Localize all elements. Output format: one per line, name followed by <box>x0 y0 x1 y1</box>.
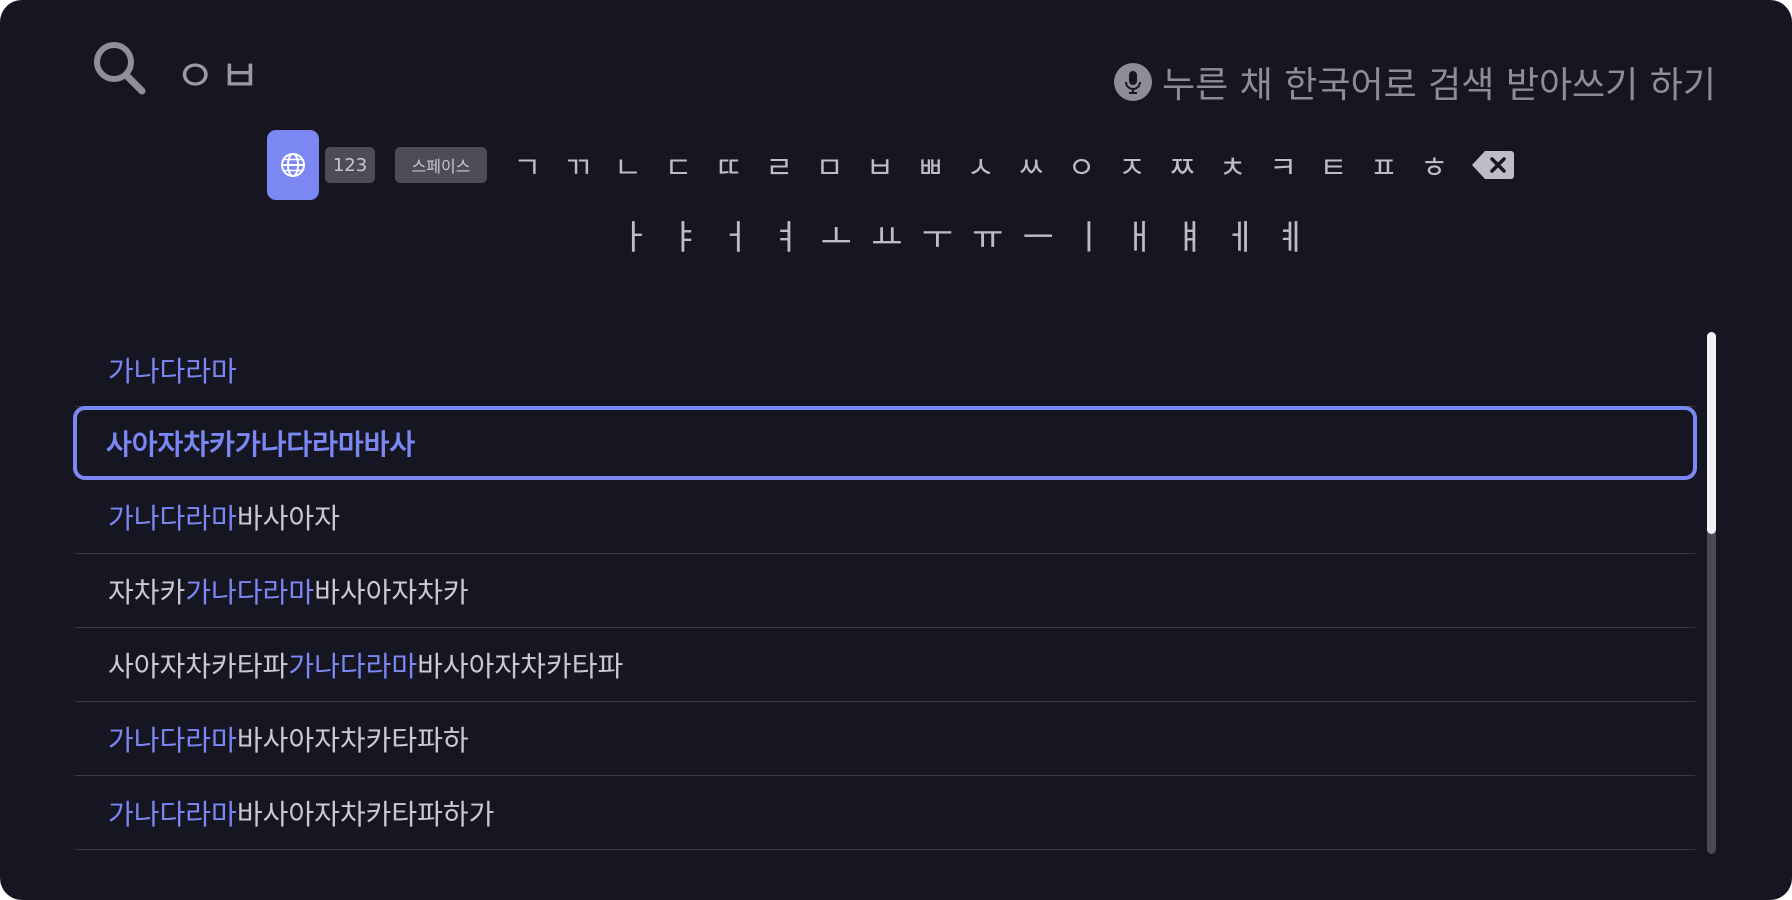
keyboard-row-vowels: ㅏㅑㅓㅕㅗㅛㅜㅠㅡㅣㅐㅒㅔㅖ <box>609 210 1316 259</box>
result-match-text: 가나다라마 <box>185 575 315 609</box>
search-icon <box>94 42 146 95</box>
backspace-icon[interactable] <box>1471 148 1515 182</box>
voice-search-hint: 누른 채 한국어로 검색 받아쓰기 하기 <box>1113 56 1716 108</box>
result-row[interactable]: 가나다라마 <box>75 333 1695 407</box>
results-list: 가나다라마 사아자차카 가나다라마 바사 가나다라마 바사아자 자차카 가나다라마 바사아자차카… <box>73 333 1697 850</box>
jamo-key[interactable]: ㅡ <box>1013 210 1064 259</box>
result-text: 바사아자차카타파하가 <box>236 797 495 831</box>
jamo-key[interactable]: ㅑ <box>660 210 711 259</box>
result-match-text: 가나다라마 <box>108 723 237 757</box>
result-row[interactable]: 가나다라마 바사아자차카타파하가 <box>75 776 1695 850</box>
jamo-key[interactable]: ㅠ <box>963 210 1014 259</box>
jamo-key[interactable]: ㅍ <box>1359 143 1409 187</box>
consonant-keys: ㄱㄲㄴㄷㄸㄹㅁㅂㅃㅅㅆㅇㅈㅉㅊㅋㅌㅍㅎ <box>502 143 1459 187</box>
jamo-key[interactable]: ㄱ <box>502 143 552 187</box>
results-scrollbar[interactable] <box>1707 332 1716 854</box>
result-text: 바사아자차카타파하 <box>236 723 469 757</box>
microphone-icon <box>1113 63 1152 101</box>
result-text: 자차카 <box>108 575 186 609</box>
jamo-key[interactable]: ㅌ <box>1308 143 1358 187</box>
result-text: 사아자차카타파 <box>108 649 289 683</box>
language-key[interactable] <box>267 130 319 200</box>
globe-icon <box>281 153 305 177</box>
scrollbar-thumb[interactable] <box>1707 332 1716 534</box>
jamo-key[interactable]: ㅁ <box>804 143 854 187</box>
jamo-key[interactable]: ㅉ <box>1157 143 1207 187</box>
jamo-key[interactable]: ㅔ <box>1215 210 1266 259</box>
result-text: 바사 <box>363 428 416 461</box>
jamo-key[interactable]: ㅜ <box>912 210 963 259</box>
jamo-key[interactable]: ㅗ <box>811 210 862 259</box>
jamo-key[interactable]: ㅅ <box>956 143 1006 187</box>
result-row[interactable]: 자차카 가나다라마 바사아자차카 <box>75 554 1695 628</box>
result-row[interactable]: 가나다라마 바사아자 <box>75 480 1695 554</box>
numbers-key[interactable]: 123 <box>325 147 375 183</box>
jamo-key[interactable]: ㅏ <box>609 210 660 259</box>
result-match-text: 가나다라마 <box>108 354 237 388</box>
jamo-key[interactable]: ㅇ <box>1056 143 1106 187</box>
jamo-key[interactable]: ㅓ <box>710 210 761 259</box>
result-text: 사아자차카 <box>106 428 235 461</box>
result-row[interactable]: 사아자차카타파 가나다라마 바사아자차카타파 <box>75 628 1695 702</box>
jamo-key[interactable]: ㅎ <box>1409 143 1459 187</box>
result-match-text: 가나다라마 <box>234 428 364 461</box>
search-input[interactable]: ㅇㅂ <box>175 40 264 104</box>
result-row[interactable]: 가나다라마 바사아자차카타파하 <box>75 702 1695 776</box>
jamo-key[interactable]: ㄸ <box>704 143 754 187</box>
jamo-key[interactable]: ㄷ <box>653 143 703 187</box>
jamo-key[interactable]: ㅒ <box>1165 210 1216 259</box>
jamo-key[interactable]: ㅊ <box>1207 143 1257 187</box>
jamo-key[interactable]: ㅈ <box>1107 143 1157 187</box>
jamo-key[interactable]: ㄴ <box>603 143 653 187</box>
space-key[interactable]: 스페이스 <box>395 147 487 183</box>
keyboard-row-consonants: 123 스페이스 ㄱㄲㄴㄷㄸㄹㅁㅂㅃㅅㅆㅇㅈㅉㅊㅋㅌㅍㅎ <box>267 128 1515 202</box>
jamo-key[interactable]: ㅣ <box>1064 210 1115 259</box>
result-match-text: 가나다라마 <box>288 649 418 683</box>
result-text: 바사아자차카타파 <box>417 649 624 683</box>
result-match-text: 가나다라마 <box>108 797 237 831</box>
jamo-key[interactable]: ㅛ <box>862 210 913 259</box>
result-match-text: 가나다라마 <box>108 501 237 535</box>
jamo-key[interactable]: ㅐ <box>1114 210 1165 259</box>
jamo-key[interactable]: ㄹ <box>754 143 804 187</box>
result-text: 바사아자차카 <box>314 575 469 609</box>
jamo-key[interactable]: ㅖ <box>1266 210 1317 259</box>
jamo-key[interactable]: ㅃ <box>905 143 955 187</box>
search-panel: ㅇㅂ 누른 채 한국어로 검색 받아쓰기 하기 123 스페이스 ㄱㄲㄴㄷㄸㄹㅁ… <box>0 0 1792 900</box>
jamo-key[interactable]: ㅕ <box>761 210 812 259</box>
voice-hint-text: 누른 채 한국어로 검색 받아쓰기 하기 <box>1161 65 1716 106</box>
jamo-key[interactable]: ㄲ <box>552 143 602 187</box>
jamo-key[interactable]: ㅂ <box>855 143 905 187</box>
result-row-selected[interactable]: 사아자차카 가나다라마 바사 <box>73 406 1697 480</box>
result-text: 바사아자 <box>236 501 340 535</box>
jamo-key[interactable]: ㅋ <box>1258 143 1308 187</box>
jamo-key[interactable]: ㅆ <box>1006 143 1056 187</box>
